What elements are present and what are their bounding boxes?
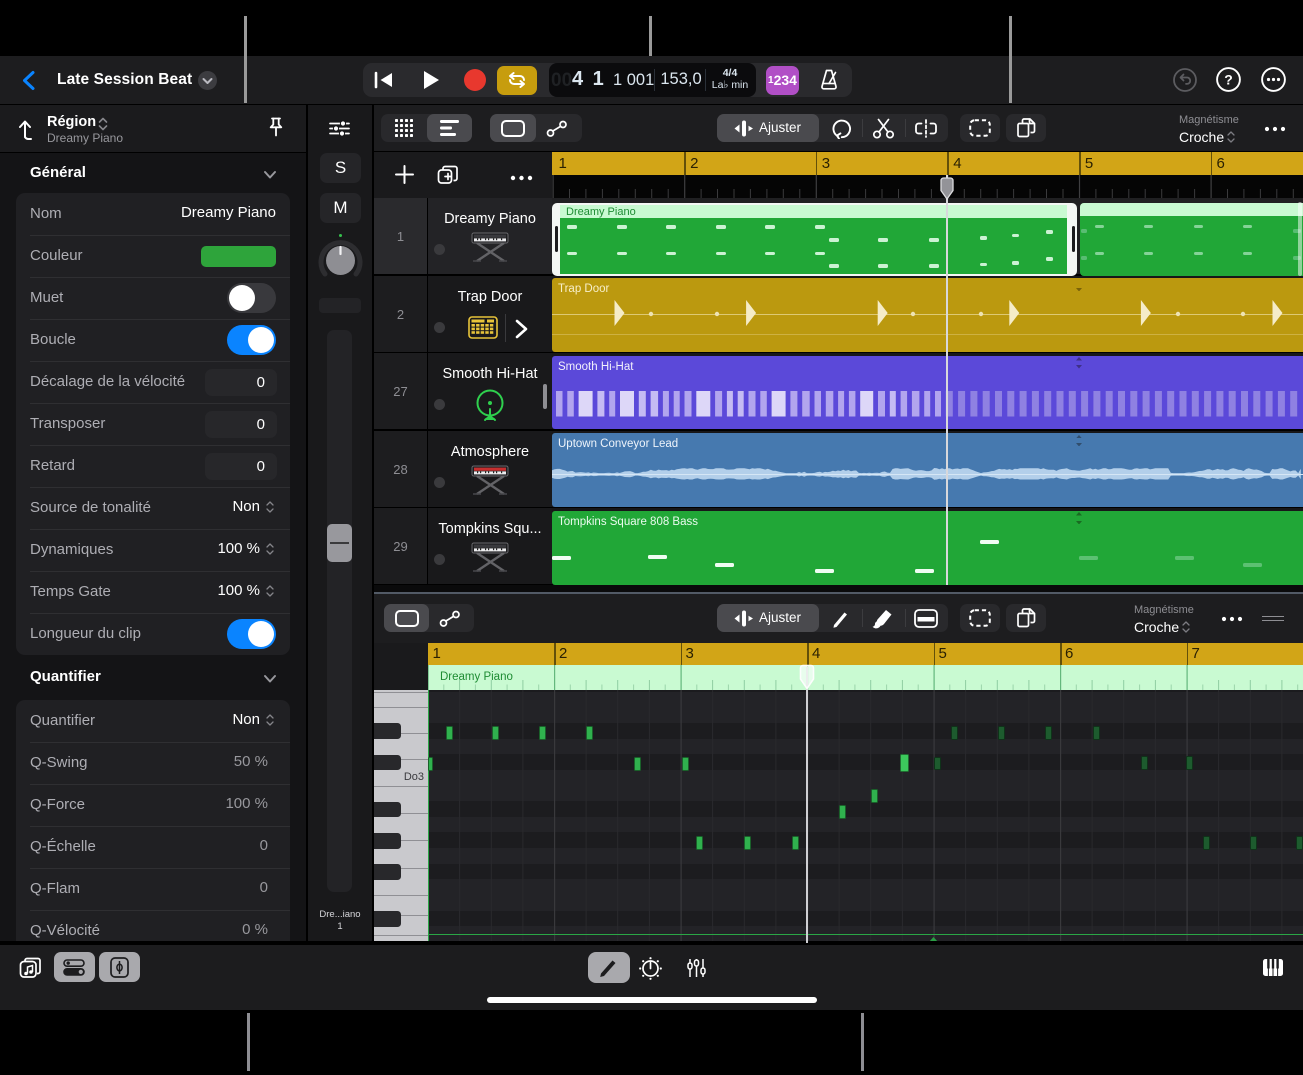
svg-text:?: ? [1224,72,1233,88]
